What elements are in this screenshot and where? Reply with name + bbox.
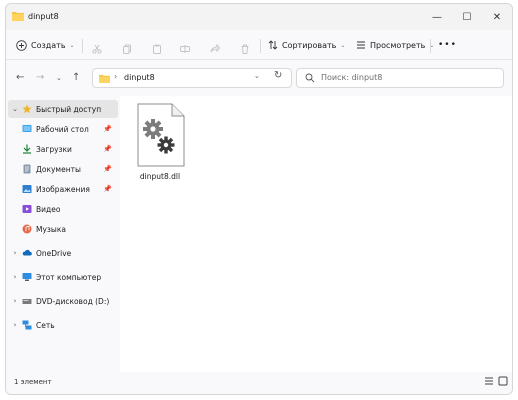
- file-item[interactable]: dinput8.dll: [130, 102, 190, 182]
- sidebar-item-label: Быстрый доступ: [36, 104, 102, 114]
- pin-icon: 📌: [103, 125, 112, 133]
- sidebar-item-dvd-drive[interactable]: › DVD-дисковод (D:): [8, 292, 118, 310]
- explorer-window: dinput8 — ☐ ✕ Создать ⌄ Сортировать ⌄ Пр…: [5, 3, 513, 395]
- details-view-icon[interactable]: [484, 376, 494, 386]
- document-icon: [23, 164, 31, 174]
- pictures-icon: [22, 185, 32, 193]
- sidebar-item-onedrive[interactable]: › OneDrive: [8, 244, 118, 262]
- rename-icon[interactable]: [180, 40, 190, 58]
- sort-icon: [268, 40, 278, 50]
- delete-icon[interactable]: [240, 40, 250, 58]
- address-dropdown-button[interactable]: ⌄: [254, 72, 260, 80]
- breadcrumb-dinput8[interactable]: dinput8: [124, 73, 155, 82]
- search-icon: [305, 73, 315, 83]
- share-icon[interactable]: [210, 40, 220, 58]
- sidebar-item-downloads[interactable]: Загрузки 📌: [22, 140, 118, 158]
- sidebar-item-label: DVD-дисковод (D:): [36, 296, 110, 306]
- create-label: Создать: [31, 40, 66, 50]
- chevron-right-icon[interactable]: ›: [8, 273, 22, 281]
- paste-icon[interactable]: [152, 40, 162, 58]
- address-row: ← → ⌄ ↑ › dinput8 ⌄ ↻ Поиск: dinput8: [6, 60, 512, 96]
- up-button[interactable]: ↑: [72, 72, 80, 83]
- large-icons-view-icon[interactable]: [498, 376, 508, 386]
- create-button[interactable]: Создать ⌄: [16, 36, 75, 54]
- recent-locations-button[interactable]: ⌄: [56, 74, 62, 82]
- sidebar-item-label: Музыка: [36, 224, 66, 234]
- back-button[interactable]: ←: [16, 72, 24, 83]
- sidebar-item-music[interactable]: Музыка: [22, 220, 118, 238]
- divider: [260, 39, 261, 53]
- sidebar-item-documents[interactable]: Документы 📌: [22, 160, 118, 178]
- divider: [430, 39, 431, 53]
- sidebar-item-label: Рабочий стол: [36, 124, 89, 134]
- pin-icon: 📌: [103, 145, 112, 153]
- chevron-down-icon[interactable]: ⌄: [8, 105, 22, 113]
- video-icon: [22, 205, 32, 213]
- folder-icon: [12, 12, 24, 21]
- file-list[interactable]: dinput8.dll: [120, 96, 512, 374]
- sidebar-item-network[interactable]: › Сеть: [8, 316, 118, 334]
- forward-button[interactable]: →: [36, 72, 44, 83]
- music-icon: [22, 224, 32, 234]
- search-placeholder: Поиск: dinput8: [321, 73, 383, 82]
- divider: [82, 39, 83, 53]
- item-count: 1 элемент: [14, 378, 52, 386]
- view-button[interactable]: Просмотреть ⌄: [356, 36, 434, 54]
- file-name: dinput8.dll: [139, 172, 181, 181]
- sidebar-item-quick-access[interactable]: ⌄ Быстрый доступ: [8, 100, 118, 118]
- sidebar-item-label: Сеть: [36, 320, 55, 330]
- cut-icon[interactable]: [92, 40, 102, 58]
- star-icon: [22, 104, 32, 114]
- breadcrumb-chevron-icon: ›: [114, 72, 118, 81]
- chevron-right-icon[interactable]: ›: [8, 297, 22, 305]
- view-label: Просмотреть: [370, 40, 426, 50]
- minimize-button[interactable]: —: [422, 4, 452, 30]
- pin-icon: 📌: [103, 185, 112, 193]
- network-icon: [22, 320, 32, 330]
- search-input[interactable]: Поиск: dinput8: [296, 68, 504, 88]
- pin-icon: 📌: [103, 165, 112, 173]
- close-button[interactable]: ✕: [482, 4, 512, 30]
- add-icon: [16, 39, 27, 51]
- sidebar-item-label: Изображения: [36, 184, 90, 194]
- window-title: dinput8: [28, 12, 59, 21]
- title-bar: dinput8 — ☐ ✕: [6, 4, 512, 30]
- view-icon: [357, 41, 365, 49]
- settings-file-icon: [137, 103, 185, 167]
- sidebar-item-label: Этот компьютер: [36, 272, 102, 282]
- status-bar: 1 элемент: [6, 372, 512, 394]
- more-options-button[interactable]: •••: [438, 36, 457, 54]
- copy-icon[interactable]: [122, 40, 132, 58]
- sidebar-item-label: Загрузки: [36, 144, 72, 154]
- chevron-down-icon: ⌄: [340, 41, 346, 49]
- sidebar-item-label: OneDrive: [36, 248, 72, 258]
- maximize-button[interactable]: ☐: [452, 4, 482, 30]
- chevron-down-icon: ⌄: [69, 41, 75, 49]
- sidebar-item-desktop[interactable]: Рабочий стол 📌: [22, 120, 118, 138]
- address-bar[interactable]: › dinput8: [92, 68, 292, 88]
- folder-icon: [99, 74, 110, 83]
- desktop-icon: [22, 125, 32, 132]
- sidebar-item-label: Видео: [36, 204, 61, 214]
- sidebar-item-label: Документы: [36, 164, 81, 174]
- refresh-button[interactable]: ↻: [274, 70, 282, 81]
- sidebar-item-pictures[interactable]: Изображения 📌: [22, 180, 118, 198]
- sort-label: Сортировать: [282, 40, 337, 50]
- sort-button[interactable]: Сортировать ⌄: [268, 36, 345, 54]
- cloud-icon: [22, 249, 32, 256]
- chevron-right-icon[interactable]: ›: [8, 321, 22, 329]
- sidebar-item-videos[interactable]: Видео: [22, 200, 118, 218]
- download-icon: [23, 144, 31, 154]
- command-bar: Создать ⌄ Сортировать ⌄ Просмотреть ⌄ ••…: [6, 30, 512, 60]
- computer-icon: [22, 273, 32, 281]
- dvd-drive-icon: [22, 299, 32, 304]
- more-icon: •••: [438, 40, 457, 50]
- sidebar-item-this-pc[interactable]: › Этот компьютер: [8, 268, 118, 286]
- navigation-pane: ⌄ Быстрый доступ Рабочий стол 📌 Загрузки…: [6, 96, 120, 374]
- chevron-right-icon[interactable]: ›: [8, 249, 22, 257]
